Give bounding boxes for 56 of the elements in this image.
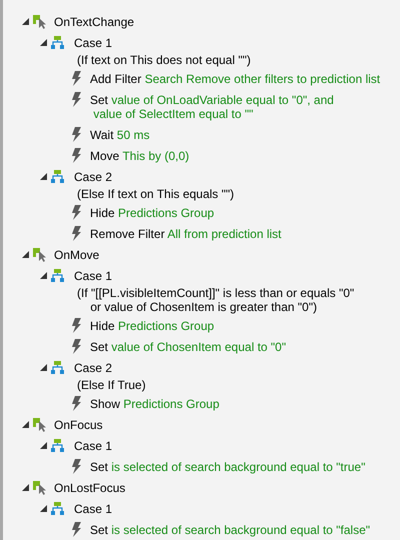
case-branch-icon bbox=[51, 502, 64, 515]
action-text[interactable]: Set is selected of search background equal to "false" bbox=[90, 522, 370, 537]
case-label[interactable]: Case 1 bbox=[74, 34, 112, 52]
case-condition: (Else If text on This equals "") bbox=[76, 187, 236, 201]
event-cursor-icon bbox=[33, 480, 46, 494]
lightning-bolt-icon bbox=[70, 339, 83, 354]
action-text[interactable]: Hide Predictions Group bbox=[90, 318, 214, 333]
case-branch-icon bbox=[51, 439, 64, 452]
lightning-bolt-icon bbox=[70, 396, 83, 411]
action-text[interactable]: Hide Predictions Group bbox=[90, 205, 214, 220]
lightning-bolt-icon bbox=[70, 71, 83, 86]
case-label[interactable]: Case 1 bbox=[74, 266, 112, 284]
case-branch-icon bbox=[51, 361, 64, 374]
collapse-toggle-icon[interactable] bbox=[40, 272, 47, 279]
collapse-toggle-icon[interactable] bbox=[22, 421, 29, 428]
lightning-bolt-icon bbox=[70, 459, 83, 474]
action-text[interactable]: Add Filter Search Remove other filters to prediction list bbox=[90, 71, 380, 86]
case-condition: (Else If True) bbox=[76, 378, 147, 392]
collapse-toggle-icon[interactable] bbox=[40, 505, 47, 512]
lightning-bolt-icon bbox=[70, 127, 83, 142]
event-name[interactable]: OnFocus bbox=[54, 416, 103, 434]
event-cursor-icon bbox=[33, 418, 46, 432]
case-condition: (If "[[PL.visibleItemCount]]" is less than or equals "0" or value of ChosenItem is greater than "0") bbox=[76, 286, 356, 314]
lightning-bolt-icon bbox=[70, 92, 83, 107]
lightning-bolt-icon bbox=[70, 226, 83, 241]
action-text[interactable]: Set value of OnLoadVariable equal to "0", and value of SelectItem equal to "" bbox=[90, 92, 334, 121]
case-label[interactable]: Case 1 bbox=[74, 500, 112, 518]
lightning-bolt-icon bbox=[70, 522, 83, 537]
case-condition: (If text on This does not equal "") bbox=[76, 53, 252, 67]
event-cursor-icon bbox=[33, 14, 46, 28]
action-text[interactable]: Set value of ChosenItem equal to "0" bbox=[90, 339, 286, 354]
action-text[interactable]: Set is selected of search background equal to "true" bbox=[90, 459, 366, 474]
event-name[interactable]: OnMove bbox=[54, 246, 100, 264]
lightning-bolt-icon bbox=[70, 318, 83, 333]
case-label[interactable]: Case 2 bbox=[74, 168, 112, 186]
action-text[interactable]: Move This by (0,0) bbox=[90, 148, 190, 163]
lightning-bolt-icon bbox=[70, 148, 83, 163]
collapse-toggle-icon[interactable] bbox=[22, 18, 29, 25]
lightning-bolt-icon bbox=[70, 205, 83, 220]
case-branch-icon bbox=[51, 269, 64, 282]
case-branch-icon bbox=[51, 36, 64, 49]
case-branch-icon bbox=[51, 170, 64, 183]
collapse-toggle-icon[interactable] bbox=[40, 39, 47, 46]
action-text[interactable]: Remove Filter All from prediction list bbox=[90, 226, 282, 241]
event-name[interactable]: OnLostFocus bbox=[54, 478, 126, 496]
case-label[interactable]: Case 2 bbox=[74, 358, 112, 376]
event-cursor-icon bbox=[33, 248, 46, 262]
collapse-toggle-icon[interactable] bbox=[22, 484, 29, 491]
event-name[interactable]: OnTextChange bbox=[54, 12, 134, 30]
case-label[interactable]: Case 1 bbox=[74, 436, 112, 454]
action-text[interactable]: Show Predictions Group bbox=[90, 396, 220, 411]
collapse-toggle-icon[interactable] bbox=[22, 251, 29, 258]
collapse-toggle-icon[interactable] bbox=[40, 173, 47, 180]
collapse-toggle-icon[interactable] bbox=[40, 364, 47, 371]
action-text[interactable]: Wait 50 ms bbox=[90, 127, 150, 142]
collapse-toggle-icon[interactable] bbox=[40, 442, 47, 449]
